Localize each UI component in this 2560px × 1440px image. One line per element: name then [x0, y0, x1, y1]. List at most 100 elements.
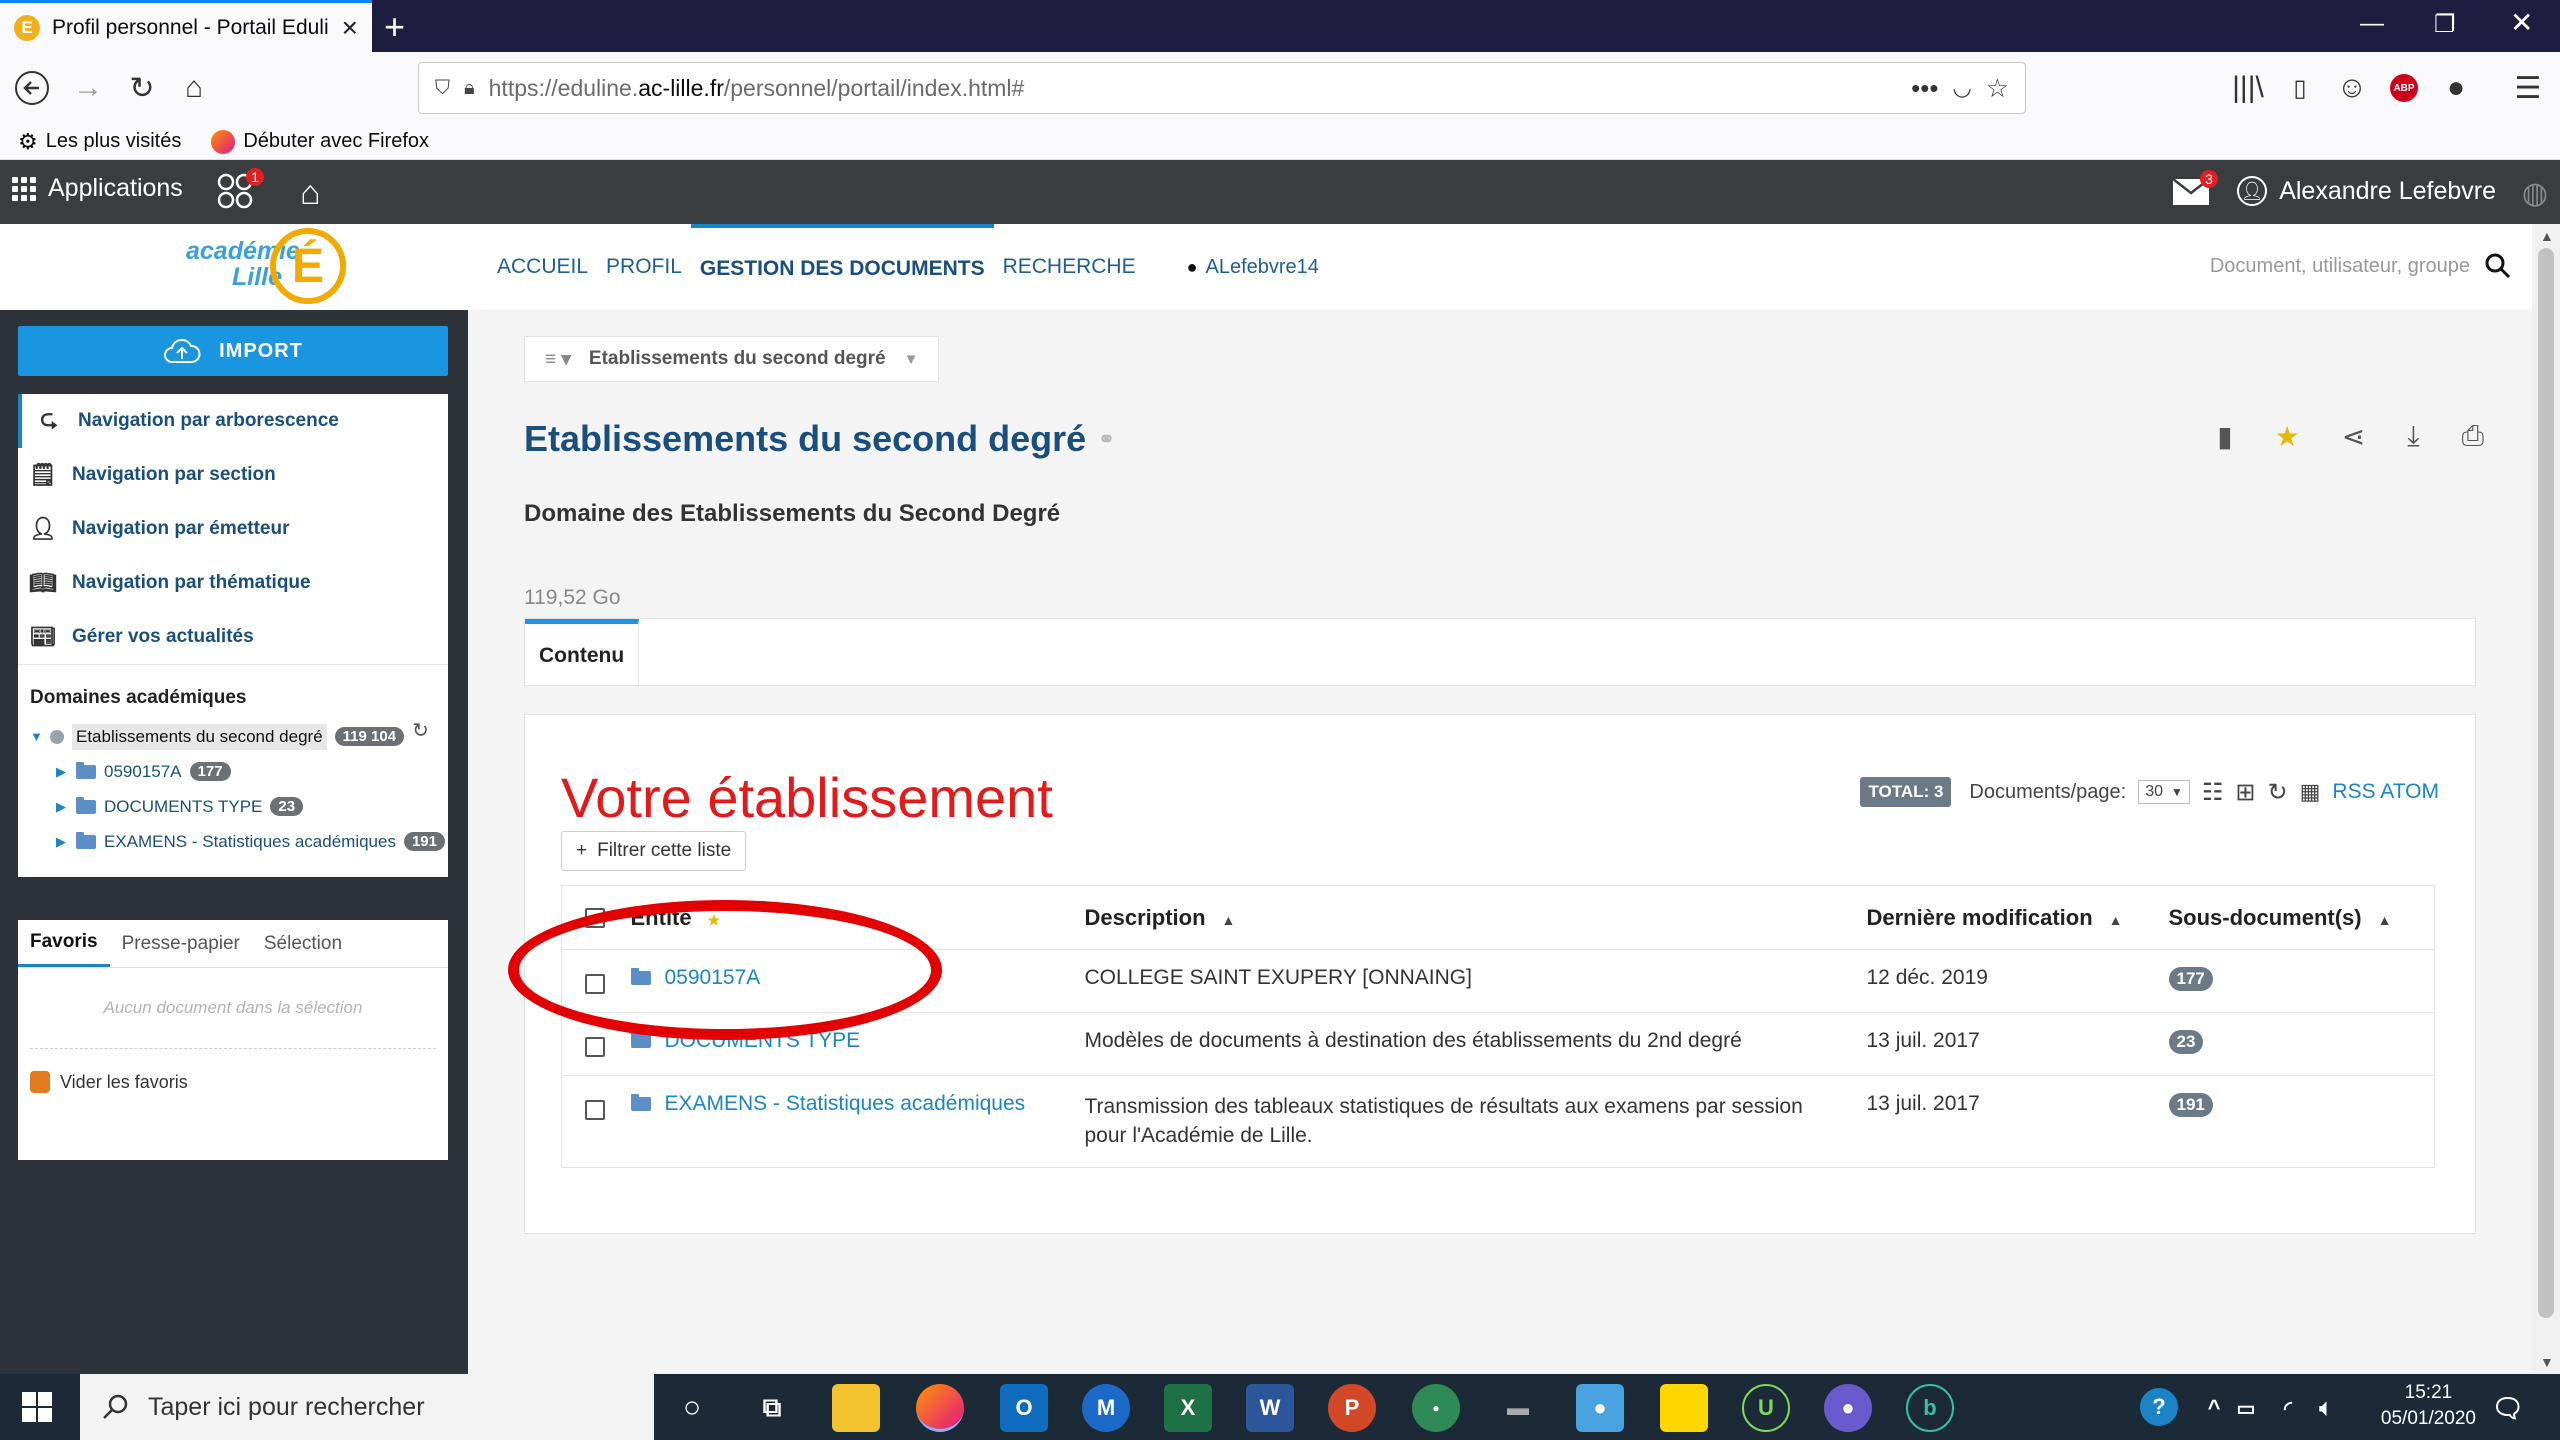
filter-list-button[interactable]: + Filtrer cette liste [561, 831, 747, 871]
library-icon[interactable]: |||\ [2230, 70, 2266, 106]
close-tab-icon[interactable]: × [342, 12, 358, 44]
sidebar-item-thematique[interactable]: 📖︎ Navigation par thématique [18, 556, 448, 610]
chevron-down-icon[interactable]: ▼ [904, 351, 919, 368]
sidebar-item-actualites[interactable]: 📰︎ Gérer vos actualités [18, 610, 448, 664]
shield-icon[interactable]: ⛉ [435, 77, 450, 100]
word-icon[interactable]: W [1246, 1384, 1294, 1432]
app-purple-icon[interactable]: ● [1824, 1384, 1872, 1432]
forward-icon[interactable]: → [70, 70, 106, 106]
rss-atom-link[interactable]: RSS ATOM [2332, 780, 2439, 804]
nav-recherche[interactable]: RECHERCHE [994, 224, 1145, 310]
row-checkbox[interactable] [585, 1037, 605, 1057]
breadcrumb[interactable]: ≡ ▾ Etablissements du second degré ▼ [524, 336, 940, 382]
home-icon[interactable]: ⌂ [176, 70, 212, 106]
browser-tab[interactable]: E Profil personnel - Portail Eduline × [0, 0, 372, 52]
taskbar-search[interactable]: Taper ici pour rechercher [80, 1374, 654, 1440]
tree-item[interactable]: ▶ EXAMENS - Statistiques académiques 191 [30, 824, 448, 859]
help-icon[interactable]: ? [2140, 1388, 2178, 1426]
volume-icon[interactable]: 🔈︎ [2302, 1384, 2350, 1432]
search-icon[interactable] [2484, 252, 2512, 280]
cortana-icon[interactable]: ○ [668, 1384, 716, 1432]
current-user-link[interactable]: ● ALefebvre14 [1187, 256, 1319, 279]
notifications-icon[interactable]: 🗨︎ [2484, 1384, 2532, 1432]
excel-icon[interactable]: X [1164, 1384, 1212, 1432]
user-menu[interactable]: 👤︎ Alexandre Lefebvre [2237, 176, 2496, 206]
column-header-modified[interactable]: Dernière modification ▲ [1865, 885, 2168, 950]
reload-icon[interactable]: ↻ [124, 70, 160, 106]
tree-item-root[interactable]: ▼ Etablissements du second degré 119 104… [30, 719, 448, 754]
app-blue-icon[interactable]: ● [1576, 1384, 1624, 1432]
favorite-star-icon[interactable]: ★ [2275, 420, 2300, 453]
refresh-icon[interactable]: ↻ [412, 718, 429, 743]
site-search[interactable]: Document, utilisateur, groupe [2210, 252, 2512, 280]
mail-icon[interactable]: 3 [2172, 170, 2218, 206]
column-header-description[interactable]: Description ▲ [1083, 885, 1866, 950]
academie-lille-logo[interactable]: académie Lille É [186, 228, 346, 306]
table-row[interactable]: EXAMENS - Statistiques académiques Trans… [561, 1075, 2435, 1168]
close-window-icon[interactable]: ✕ [2510, 6, 2533, 39]
scroll-up-icon[interactable]: ▲ [2540, 228, 2554, 244]
sidebar-item-emetteur[interactable]: 👤︎ Navigation par émetteur [18, 502, 448, 556]
caret-right-icon[interactable]: ▶ [56, 799, 68, 815]
scroll-down-icon[interactable]: ▼ [2540, 1354, 2554, 1370]
nav-gestion-documents[interactable]: GESTION DES DOCUMENTS [690, 224, 994, 310]
sort-asc-icon[interactable]: ▲ [2378, 912, 2392, 928]
bookmark-most-visited[interactable]: ⚙ Les plus visités [18, 129, 181, 155]
book-icon[interactable]: ▮ [2217, 420, 2232, 453]
caret-right-icon[interactable]: ▶ [56, 764, 68, 780]
calendar-icon[interactable]: ▦ [2300, 779, 2321, 805]
column-header-subdocuments[interactable]: Sous-document(s) ▲ [2167, 885, 2435, 950]
sidebar-item-section[interactable]: 🗒︎ Navigation par section [18, 448, 448, 502]
print-icon[interactable]: ⎙ [2462, 420, 2484, 453]
bookmark-star-icon[interactable]: ☆ [1986, 73, 2009, 104]
site-search-input[interactable]: Document, utilisateur, groupe [2210, 255, 2470, 278]
pocket-icon[interactable]: ◡ [1952, 75, 1971, 101]
back-icon[interactable] [14, 70, 50, 106]
windows-start-icon[interactable] [22, 1392, 52, 1422]
app-green-icon[interactable]: ● [1412, 1384, 1460, 1432]
page-actions-icon[interactable]: ••• [1911, 73, 1938, 104]
outlook-icon[interactable]: O [1000, 1384, 1048, 1432]
account-icon[interactable]: ☺ [2334, 70, 2370, 106]
sidebar-toggle-icon[interactable]: ▯ [2282, 70, 2318, 106]
applications-menu[interactable]: Applications [12, 174, 183, 203]
per-page-select[interactable]: 30 ▼ [2138, 780, 2190, 804]
caret-down-icon[interactable]: ▼ [30, 729, 43, 744]
menu-icon[interactable]: ☰ [2510, 70, 2546, 106]
battery-icon[interactable]: ▭ [2222, 1384, 2270, 1432]
file-explorer-icon[interactable] [832, 1384, 880, 1432]
entity-link[interactable]: EXAMENS - Statistiques académiques [630, 1092, 1083, 1116]
portal-home-icon[interactable]: ⌂ [300, 174, 321, 213]
refresh-icon[interactable]: ↻ [2268, 778, 2288, 807]
row-checkbox[interactable] [585, 1100, 605, 1120]
powerpoint-icon[interactable]: P [1328, 1384, 1376, 1432]
sidebar-item-arborescence[interactable]: ⮎ Navigation par arborescence [18, 394, 448, 448]
firefox-taskbar-icon[interactable] [916, 1384, 964, 1432]
download-icon[interactable]: ⤓ [2407, 420, 2419, 453]
import-button[interactable]: IMPORT [18, 326, 448, 376]
app-m-icon[interactable]: M [1082, 1384, 1130, 1432]
tab-selection[interactable]: Sélection [252, 920, 354, 967]
tree-item[interactable]: ▶ 0590157A 177 [30, 754, 448, 789]
apps-shortcut-icon[interactable]: 1 [216, 168, 264, 212]
new-tab-icon[interactable]: + [384, 6, 405, 48]
globe-icon[interactable]: ◍ [2522, 176, 2548, 211]
extension-icon[interactable]: ● [2438, 70, 2474, 106]
sticky-notes-icon[interactable] [1660, 1384, 1708, 1432]
clear-favorites-button[interactable]: Vider les favoris [18, 1049, 448, 1115]
tab-presse-papier[interactable]: Presse-papier [110, 920, 252, 967]
list-menu-icon[interactable]: ≡ ▾ [545, 348, 571, 371]
app-gray-icon[interactable]: ▬ [1494, 1384, 1542, 1432]
permalink-icon[interactable]: ⚭ [1098, 427, 1115, 452]
share-icon[interactable]: ⋖ [2342, 420, 2365, 453]
tab-contenu[interactable]: Contenu [525, 619, 640, 687]
task-view-icon[interactable]: ⧉ [748, 1384, 796, 1432]
tree-item[interactable]: ▶ DOCUMENTS TYPE 23 [30, 789, 448, 824]
nav-accueil[interactable]: ACCUEIL [488, 224, 597, 310]
page-scrollbar[interactable]: ▲ ▼ [2532, 224, 2560, 1374]
grid-view-icon[interactable]: ⊞ [2235, 778, 2255, 807]
list-view-icon[interactable]: ☷ [2202, 778, 2224, 807]
app-teal-icon[interactable]: b [1906, 1384, 1954, 1432]
tab-favoris[interactable]: Favoris [18, 920, 110, 967]
scroll-thumb[interactable] [2538, 248, 2554, 1318]
